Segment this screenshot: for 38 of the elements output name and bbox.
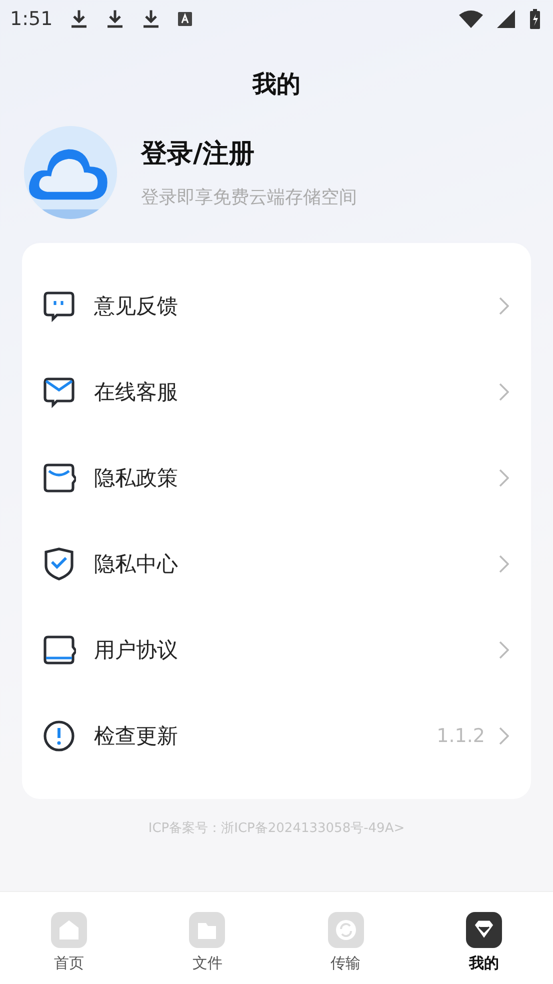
shield-check-icon [42, 547, 76, 581]
mail-bubble-icon [42, 375, 76, 409]
house-icon [51, 912, 88, 948]
page-title: 我的 [251, 69, 302, 100]
signal-icon [497, 10, 515, 28]
folder-icon [189, 912, 226, 948]
chevron-right-icon [499, 383, 509, 401]
download-icon [104, 9, 125, 29]
document-icon [42, 633, 76, 667]
exclamation-icon [42, 719, 76, 753]
menu-item[interactable]: 隐私政策 [22, 435, 531, 521]
login-hint: 登录即享免费云端存储空间 [141, 186, 357, 209]
download-icon [68, 9, 89, 29]
chevron-right-icon [499, 469, 509, 487]
chevron-right-icon [499, 555, 509, 573]
menu-item[interactable]: 意见反馈 [22, 263, 531, 349]
menu-item[interactable]: 检查更新 1.1.2 [22, 693, 531, 779]
status-time: 1:51 [10, 8, 53, 30]
tab[interactable]: 文件 [138, 892, 276, 984]
tab[interactable]: 传输 [276, 892, 415, 984]
tab[interactable]: 我的 [414, 892, 553, 984]
menu-item[interactable]: 在线客服 [22, 349, 531, 435]
download-icon [140, 9, 161, 29]
tab[interactable]: 首页 [0, 892, 138, 984]
version-text: 1.1.2 [436, 725, 485, 747]
chat-bubble-icon [42, 289, 76, 323]
menu-item[interactable]: 隐私中心 [22, 521, 531, 607]
chevron-right-icon [499, 297, 509, 315]
chevron-right-icon [499, 727, 509, 745]
login-register-link[interactable]: 登录/注册 [141, 136, 357, 171]
sync-icon [328, 912, 364, 948]
chevron-right-icon [499, 641, 509, 659]
cloud-avatar-icon[interactable] [22, 124, 119, 221]
keyboard-icon [176, 11, 193, 27]
mail-bubble-icon [42, 461, 76, 495]
menu-item[interactable]: 用户协议 [22, 607, 531, 693]
battery-icon [529, 8, 541, 30]
wifi-icon [459, 10, 483, 28]
